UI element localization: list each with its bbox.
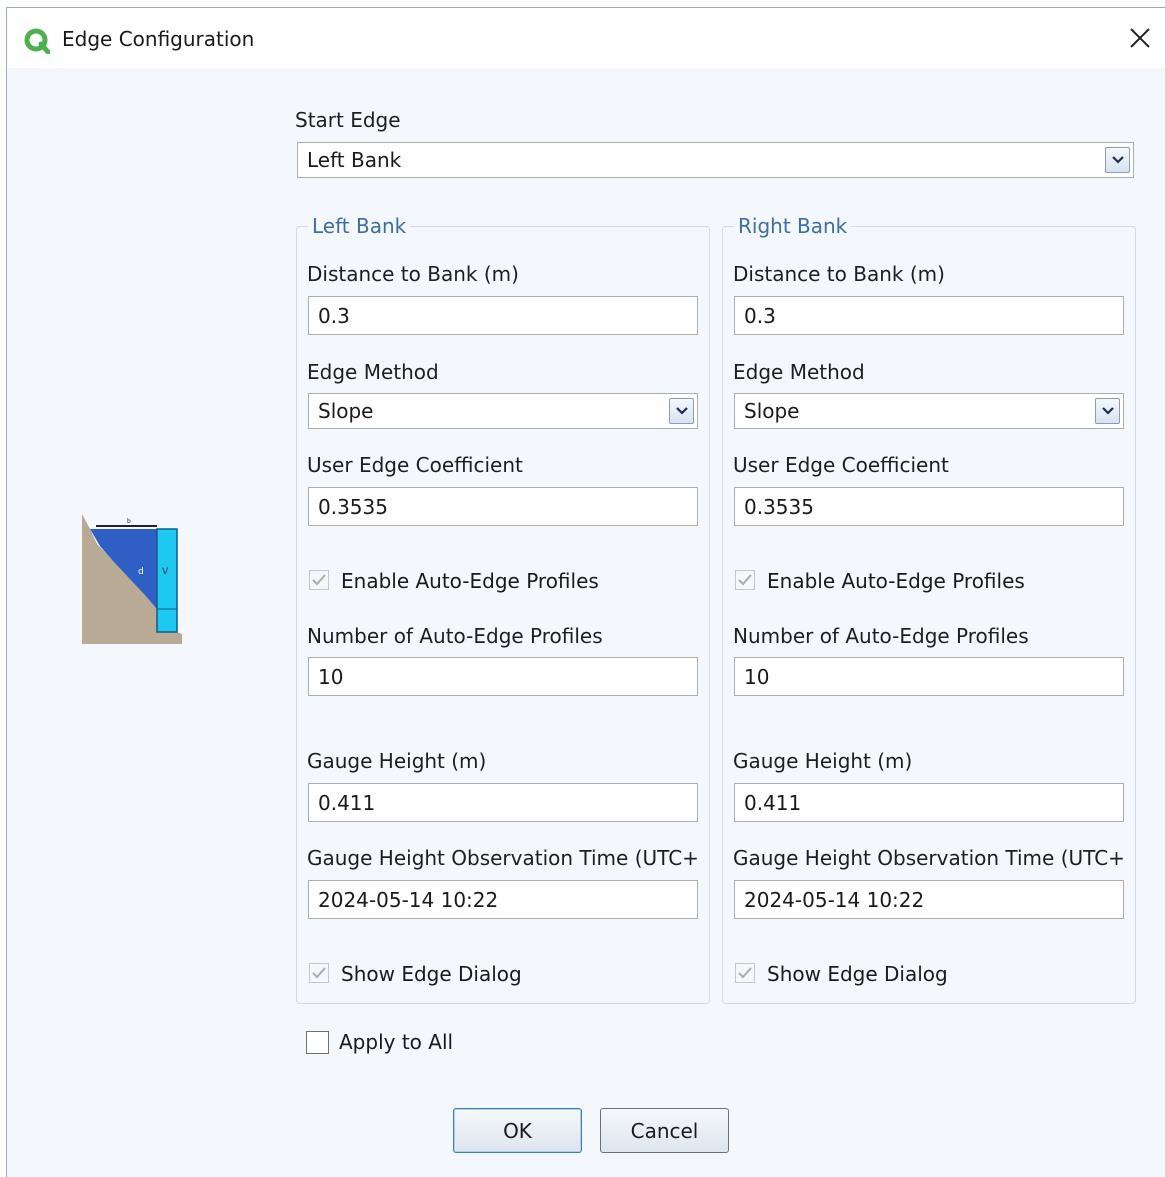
right-show-edge-dialog-label: Show Edge Dialog xyxy=(767,962,948,986)
app-logo-icon xyxy=(24,28,50,54)
title-bar: Edge Configuration xyxy=(7,8,1165,68)
right-edge-method-dropdown-button[interactable] xyxy=(1095,398,1120,424)
checkmark-icon xyxy=(312,967,326,979)
right-gauge-height-label: Gauge Height (m) xyxy=(733,749,913,773)
checkmark-icon xyxy=(738,967,752,979)
right-show-edge-dialog-checkbox[interactable] xyxy=(735,963,755,983)
apply-to-all-checkbox[interactable] xyxy=(306,1031,329,1054)
right-gauge-height-input[interactable]: 0.411 xyxy=(734,783,1124,822)
chevron-down-icon xyxy=(1101,407,1114,415)
right-bank-group-title: Right Bank xyxy=(734,214,852,238)
left-auto-edge-label: Enable Auto-Edge Profiles xyxy=(341,569,599,593)
cancel-button[interactable]: Cancel xyxy=(600,1108,729,1153)
svg-text:V: V xyxy=(162,567,169,577)
left-gauge-height-input[interactable]: 0.411 xyxy=(308,783,698,822)
close-button[interactable] xyxy=(1119,18,1161,58)
start-edge-select[interactable]: Left Bank xyxy=(297,142,1134,178)
left-obs-time-label: Gauge Height Observation Time (UTC+' xyxy=(307,846,697,870)
left-auto-edge-checkbox[interactable] xyxy=(309,570,329,590)
left-edge-method-dropdown-button[interactable] xyxy=(669,398,694,424)
chevron-down-icon xyxy=(1111,156,1124,164)
right-coefficient-input[interactable]: 0.3535 xyxy=(734,487,1124,526)
chevron-down-icon xyxy=(675,407,688,415)
left-num-profiles-label: Number of Auto-Edge Profiles xyxy=(307,624,603,648)
left-coefficient-input[interactable]: 0.3535 xyxy=(308,487,698,526)
left-show-edge-dialog-label: Show Edge Dialog xyxy=(341,962,522,986)
right-auto-edge-checkbox[interactable] xyxy=(735,570,755,590)
window-title: Edge Configuration xyxy=(62,27,255,51)
left-show-edge-dialog-checkbox[interactable] xyxy=(309,963,329,983)
right-coefficient-label: User Edge Coefficient xyxy=(733,453,949,477)
svg-text:d: d xyxy=(138,567,144,577)
start-edge-dropdown-button[interactable] xyxy=(1105,147,1130,173)
left-edge-method-label: Edge Method xyxy=(307,360,439,384)
right-auto-edge-label: Enable Auto-Edge Profiles xyxy=(767,569,1025,593)
left-distance-input[interactable]: 0.3 xyxy=(308,296,698,335)
apply-to-all-label: Apply to All xyxy=(339,1030,454,1054)
start-edge-label: Start Edge xyxy=(295,108,401,132)
left-obs-time-input[interactable]: 2024-05-14 10:22 xyxy=(308,880,698,919)
start-edge-value: Left Bank xyxy=(307,148,402,172)
left-edge-method-value: Slope xyxy=(318,399,374,423)
right-num-profiles-label: Number of Auto-Edge Profiles xyxy=(733,624,1029,648)
right-obs-time-label: Gauge Height Observation Time (UTC+' xyxy=(733,846,1123,870)
left-gauge-height-label: Gauge Height (m) xyxy=(307,749,487,773)
ok-button[interactable]: OK xyxy=(453,1108,582,1153)
left-edge-method-select[interactable]: Slope xyxy=(308,393,698,429)
edge-illustration: b d V xyxy=(82,514,182,644)
right-edge-method-label: Edge Method xyxy=(733,360,865,384)
right-edge-method-select[interactable]: Slope xyxy=(734,393,1124,429)
left-distance-label: Distance to Bank (m) xyxy=(307,262,519,286)
left-num-profiles-input[interactable]: 10 xyxy=(308,657,698,696)
checkmark-icon xyxy=(738,574,752,586)
right-distance-input[interactable]: 0.3 xyxy=(734,296,1124,335)
right-distance-label: Distance to Bank (m) xyxy=(733,262,945,286)
checkmark-icon xyxy=(312,574,326,586)
right-num-profiles-input[interactable]: 10 xyxy=(734,657,1124,696)
left-bank-group-title: Left Bank xyxy=(308,214,411,238)
close-icon xyxy=(1130,28,1150,48)
left-coefficient-label: User Edge Coefficient xyxy=(307,453,523,477)
right-edge-method-value: Slope xyxy=(744,399,800,423)
edge-configuration-dialog: Edge Configuration b d V Start Edge Left… xyxy=(6,7,1165,1177)
right-obs-time-input[interactable]: 2024-05-14 10:22 xyxy=(734,880,1124,919)
svg-text:b: b xyxy=(127,518,131,525)
